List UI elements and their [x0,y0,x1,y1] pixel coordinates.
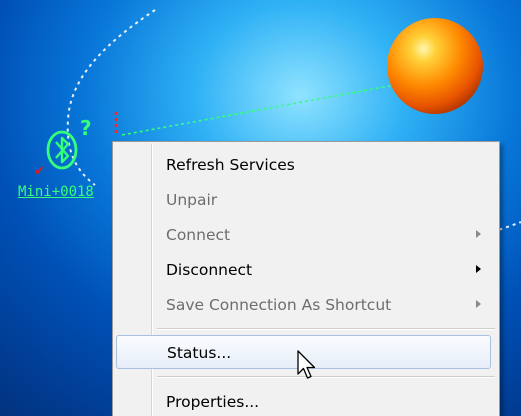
submenu-arrow-icon [476,230,481,238]
menu-item-label: Refresh Services [166,156,295,174]
menu-item-label: Save Connection As Shortcut [166,296,392,314]
arrow-cursor-icon [297,350,316,379]
menu-item-save-connection-as-shortcut[interactable]: Save Connection As Shortcut [113,287,499,321]
orange-orb-icon [387,18,483,114]
bluetooth-device-icon [46,130,78,170]
link-line [121,84,396,136]
submenu-arrow-icon [476,300,481,308]
menu-item-label: Properties... [166,393,260,411]
device-name-label[interactable]: Mini+0018 [18,184,94,200]
bluetooth-network-canvas[interactable]: ? ✔ Mini+0018 Refresh Services Unpair Co… [0,0,521,416]
menu-item-label: Unpair [166,191,218,209]
status-check-icon: ✔ [34,164,45,179]
menu-item-label: Status... [167,344,232,362]
menu-separator [157,328,495,330]
menu-separator [157,376,495,378]
menu-item-refresh-services[interactable]: Refresh Services [113,147,499,181]
menu-item-connect[interactable]: Connect [113,217,499,251]
menu-item-label: Connect [166,226,231,244]
menu-item-unpair[interactable]: Unpair [113,182,499,216]
menu-item-disconnect[interactable]: Disconnect [113,252,499,286]
submenu-arrow-icon [476,265,481,273]
menu-item-label: Disconnect [166,261,253,279]
unknown-status-icon: ? [80,116,92,140]
menu-item-properties[interactable]: Properties... [113,384,499,416]
